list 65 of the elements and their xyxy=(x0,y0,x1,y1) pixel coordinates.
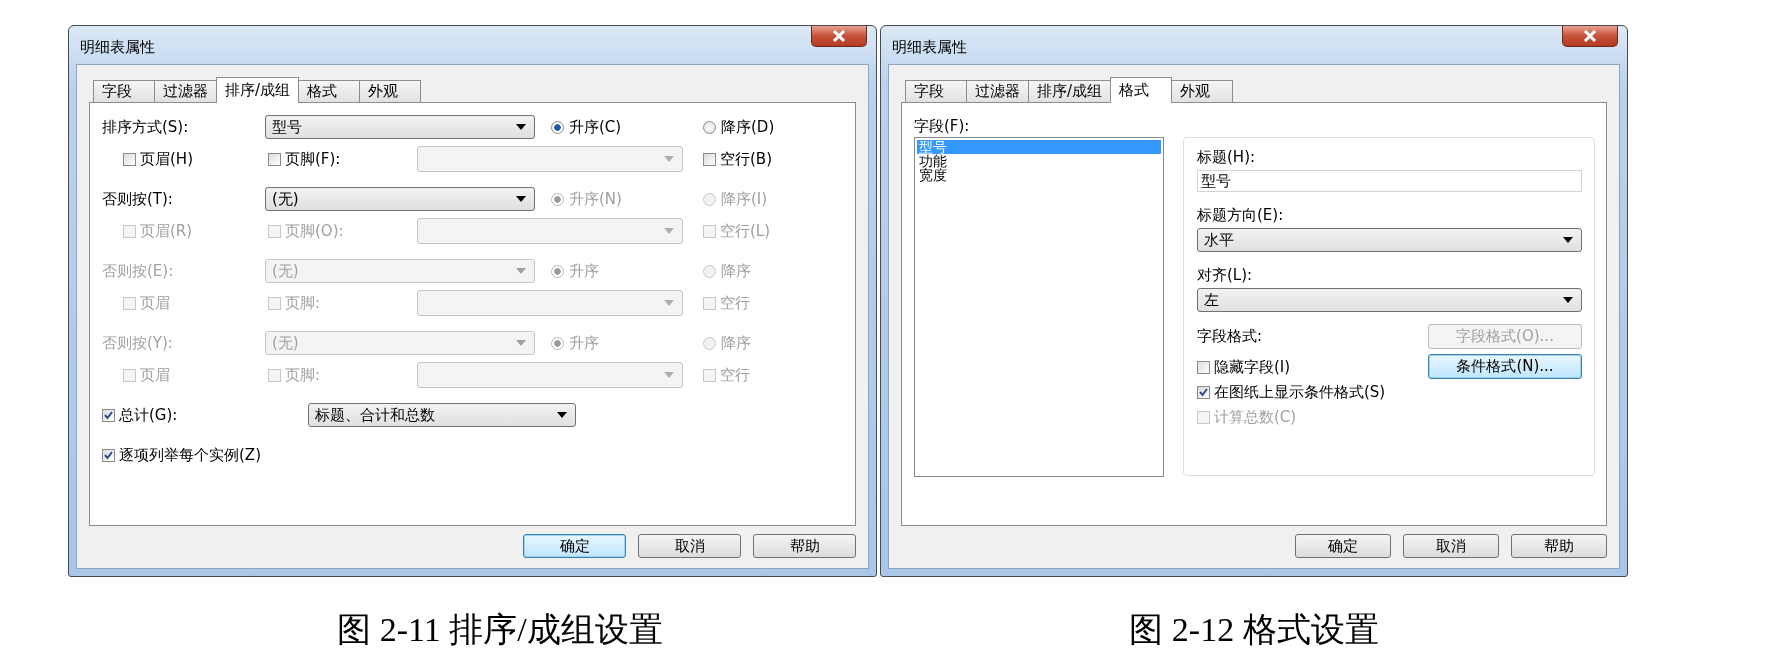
caret-icon xyxy=(1563,237,1573,243)
caret-icon xyxy=(664,228,674,234)
sort-dropdown[interactable]: (无) xyxy=(265,187,535,211)
field-format-label: 字段格式: xyxy=(1197,326,1263,347)
checkbox[interactable]: 页眉(H) xyxy=(123,149,268,169)
orientation-dropdown[interactable]: 水平 xyxy=(1197,228,1582,252)
heading-label: 标题(H): xyxy=(1197,148,1257,168)
caret-icon xyxy=(664,372,674,378)
tab[interactable]: 字段 xyxy=(93,80,155,102)
total-dropdown[interactable]: 标题、合计和总数 xyxy=(308,403,576,427)
window-title: 明细表属性 xyxy=(891,36,967,57)
checkbox[interactable]: 在图纸上显示条件格式(S) xyxy=(1197,383,1386,402)
close-button[interactable] xyxy=(811,26,867,47)
check-icon xyxy=(103,409,114,421)
list-item[interactable]: 宽度 xyxy=(917,168,1161,182)
dialog-button[interactable]: 帮助 xyxy=(753,534,856,558)
list-item[interactable]: 功能 xyxy=(917,154,1161,168)
tab[interactable]: 过滤器 xyxy=(966,80,1029,102)
heading-field[interactable]: 型号 xyxy=(1197,170,1582,192)
radio-button[interactable]: 升序(C) xyxy=(551,117,703,137)
dialog-button[interactable]: 帮助 xyxy=(1511,534,1607,558)
caret-icon xyxy=(557,412,567,418)
close-icon xyxy=(832,30,846,42)
caret-icon xyxy=(664,156,674,162)
close-icon xyxy=(1583,30,1597,42)
alignment-label: 对齐(L): xyxy=(1197,266,1254,286)
tab[interactable]: 外观 xyxy=(1171,80,1234,102)
caret-icon xyxy=(516,268,526,274)
checkbox[interactable]: 逐项列举每个实例(Z) xyxy=(102,445,261,465)
dialog-button[interactable]: 取消 xyxy=(1403,534,1499,558)
figure-caption: 图 2-12 格式设置 xyxy=(1128,610,1380,650)
sort-label: 否则按(T): xyxy=(102,189,174,209)
tab[interactable]: 排序/成组 xyxy=(216,77,300,103)
checkbox[interactable]: 隐藏字段(I) xyxy=(1197,358,1386,377)
radio-button[interactable]: 降序(D) xyxy=(703,117,775,137)
caret-icon xyxy=(664,300,674,306)
close-button[interactable] xyxy=(1562,26,1618,47)
window-title: 明细表属性 xyxy=(79,36,155,57)
checkbox[interactable]: 页脚(F): xyxy=(268,149,417,169)
sort-label: 否则按(Y): xyxy=(102,333,174,353)
check-icon xyxy=(1198,387,1209,398)
caret-icon xyxy=(516,196,526,202)
check-icon xyxy=(103,449,114,461)
caret-icon xyxy=(516,124,526,130)
tab[interactable]: 格式 xyxy=(298,80,361,102)
sort-label: 排序方式(S): xyxy=(102,117,190,137)
orientation-label: 标题方向(E): xyxy=(1197,206,1285,226)
alignment-dropdown[interactable]: 左 xyxy=(1197,288,1582,312)
tab[interactable]: 排序/成组 xyxy=(1028,80,1112,102)
sort-dropdown[interactable]: 型号 xyxy=(265,115,535,139)
checkbox[interactable]: 总计(G): xyxy=(102,405,308,425)
dialog-button[interactable]: 确定 xyxy=(1295,534,1391,558)
caret-icon xyxy=(516,340,526,346)
checkbox[interactable]: 空行(B) xyxy=(703,149,772,169)
dialog-button[interactable]: 确定 xyxy=(523,534,626,558)
dialog-button[interactable]: 取消 xyxy=(638,534,741,558)
tab[interactable]: 外观 xyxy=(359,80,422,102)
tab[interactable]: 字段 xyxy=(905,80,967,102)
fields-label: 字段(F): xyxy=(914,117,971,137)
tab[interactable]: 过滤器 xyxy=(154,80,217,102)
figure-caption: 图 2-11 排序/成组设置 xyxy=(336,610,664,650)
caret-icon xyxy=(1563,297,1573,303)
conditional-format-button[interactable]: 条件格式(N)... xyxy=(1428,354,1582,379)
tab[interactable]: 格式 xyxy=(1110,77,1173,103)
sort-label: 否则按(E): xyxy=(102,261,175,281)
